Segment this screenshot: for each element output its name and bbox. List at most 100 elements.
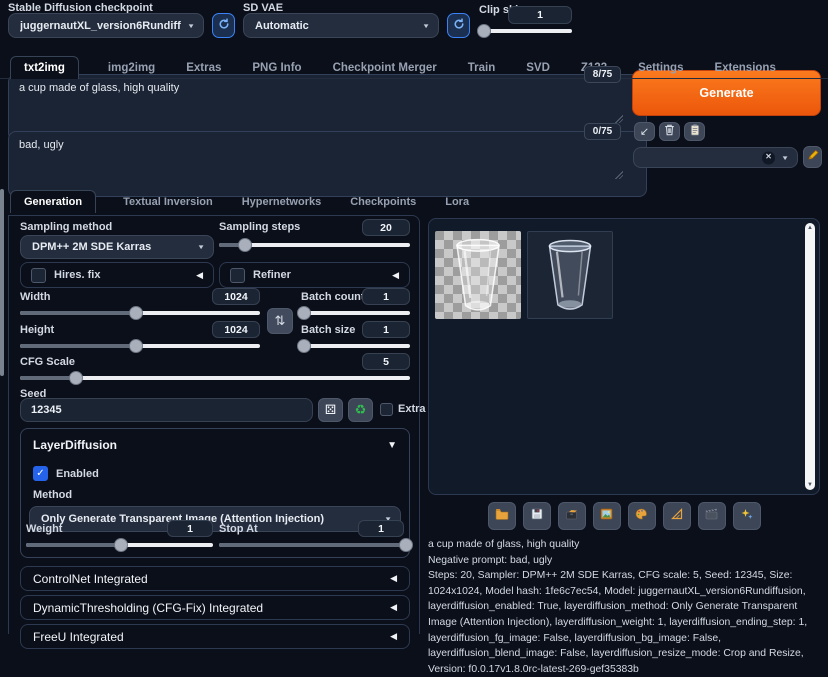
random-seed-button[interactable]: ⚄ (318, 398, 343, 422)
clip-skip-slider[interactable] (476, 24, 572, 38)
hires-fix-label: Hires. fix (54, 269, 101, 281)
swap-width-height-button[interactable]: ⇅ (267, 308, 293, 334)
hires-fix-checkbox[interactable] (31, 267, 46, 283)
freeu-title: FreeU Integrated (33, 629, 124, 644)
layerdiffusion-enabled-checkbox[interactable]: ✓ (33, 466, 48, 481)
save-zip-button[interactable] (557, 502, 586, 530)
tab-txt2img[interactable]: txt2img (10, 56, 79, 79)
tab-generation[interactable]: Generation (10, 190, 97, 213)
clear-styles-icon[interactable]: × (762, 151, 775, 164)
weight-label: Weight (26, 523, 63, 535)
glass-cup-image (548, 239, 592, 310)
refresh-checkpoint-button[interactable] (212, 13, 235, 38)
collapse-left-icon[interactable]: ◀ (392, 270, 399, 281)
scroll-down-icon[interactable]: ▼ (805, 480, 815, 490)
tab-extras[interactable]: Extras (184, 57, 223, 79)
checkpoint-value: juggernautXL_version6Rundiffusion.safete… (20, 19, 181, 32)
refiner-checkbox[interactable] (230, 267, 245, 283)
paste-generation-params-button[interactable]: ↙ (634, 122, 655, 141)
vae-dropdown[interactable]: Automatic ▼ (243, 13, 439, 38)
sampling-steps-value[interactable]: 20 (362, 219, 410, 236)
framed-picture-icon (600, 507, 613, 525)
settings-tab-bar: Generation Textual Inversion Hypernetwor… (10, 190, 471, 213)
refiner-label: Refiner (253, 269, 291, 281)
tab-svd[interactable]: SVD (524, 57, 552, 79)
batch-size-value[interactable]: 1 (362, 321, 410, 338)
send-to-svd-button[interactable] (697, 502, 726, 530)
styles-dropdown[interactable]: × ▼ (633, 147, 798, 168)
gallery-scrollbar[interactable]: ▲ ▼ (805, 223, 815, 490)
cfg-scale-value[interactable]: 5 (362, 353, 410, 370)
floppy-disk-icon (531, 507, 543, 525)
weight-value[interactable]: 1 (167, 520, 213, 537)
height-slider[interactable] (20, 339, 260, 353)
triangle-ruler-icon (670, 507, 683, 525)
vae-value: Automatic (255, 19, 309, 32)
tab-checkpoints[interactable]: Checkpoints (348, 191, 418, 213)
width-value[interactable]: 1024 (212, 288, 260, 305)
send-to-img2img-button[interactable] (592, 502, 621, 530)
generated-image-thumbnail-transparent[interactable] (435, 231, 521, 319)
resize-handle[interactable] (615, 115, 623, 123)
height-value[interactable]: 1024 (212, 321, 260, 338)
clear-prompt-button[interactable] (659, 122, 680, 141)
page-scrollbar[interactable] (0, 189, 4, 376)
scroll-up-icon[interactable]: ▲ (805, 223, 815, 233)
weight-slider[interactable] (26, 538, 213, 552)
tab-checkpoint-merger[interactable]: Checkpoint Merger (331, 57, 439, 79)
controlnet-title: ControlNet Integrated (33, 571, 148, 586)
tab-lora[interactable]: Lora (443, 191, 471, 213)
freeu-accordion[interactable]: FreeU Integrated ◀ (20, 624, 410, 649)
send-to-inpaint-button[interactable] (627, 502, 656, 530)
hires-fix-section[interactable]: Hires. fix ◀ (20, 262, 214, 288)
refresh-vae-button[interactable] (447, 13, 470, 38)
tab-settings[interactable]: Settings (636, 57, 685, 79)
send-to-extras-button[interactable] (662, 502, 691, 530)
reuse-seed-button[interactable]: ♻ (348, 398, 373, 422)
pencil-icon (807, 148, 819, 166)
tab-png-info[interactable]: PNG Info (250, 57, 303, 79)
sparkles-button[interactable] (732, 502, 761, 530)
method-dropdown[interactable]: Only Generate Transparent Image (Attenti… (29, 506, 401, 532)
swap-icon: ⇅ (274, 313, 286, 328)
resize-handle[interactable] (615, 171, 623, 179)
tab-hypernetworks[interactable]: Hypernetworks (240, 191, 323, 213)
batch-size-label: Batch size (301, 324, 356, 336)
extra-seed-label: Extra (398, 403, 426, 415)
width-slider[interactable] (20, 306, 260, 320)
prompt-token-counter: 8/75 (584, 66, 621, 83)
sampling-steps-label: Sampling steps (219, 221, 301, 233)
clip-skip-value[interactable]: 1 (508, 6, 572, 24)
seed-input[interactable] (20, 398, 313, 422)
glass-cup-image (456, 238, 500, 311)
cfg-scale-slider[interactable] (20, 371, 410, 385)
generated-image-thumbnail-dark[interactable] (527, 231, 613, 319)
open-folder-button[interactable] (487, 502, 516, 530)
sampling-steps-slider[interactable] (219, 238, 410, 252)
batch-count-value[interactable]: 1 (362, 288, 410, 305)
checkpoint-dropdown[interactable]: juggernautXL_version6Rundiffusion.safete… (8, 13, 204, 38)
prompt-container: a cup made of glass, high quality (8, 74, 647, 141)
chevron-down-icon: ▼ (781, 153, 789, 162)
apply-styles-button[interactable] (684, 122, 705, 141)
collapse-left-icon[interactable]: ◀ (196, 270, 203, 281)
stop-at-slider[interactable] (219, 538, 413, 552)
batch-count-slider[interactable] (297, 306, 410, 320)
stop-at-value[interactable]: 1 (358, 520, 404, 537)
refiner-section[interactable]: Refiner ◀ (219, 262, 410, 288)
save-image-button[interactable] (522, 502, 551, 530)
layerdiffusion-header[interactable]: LayerDiffusion ▼ (21, 429, 409, 452)
batch-size-slider[interactable] (297, 339, 410, 353)
height-label: Height (20, 324, 55, 336)
dynamic-thresholding-accordion[interactable]: DynamicThresholding (CFG-Fix) Integrated… (20, 595, 410, 620)
extra-seed-checkbox[interactable] (380, 403, 393, 416)
sampling-method-dropdown[interactable]: DPM++ 2M SDE Karras ▼ (20, 235, 214, 259)
tab-extensions[interactable]: Extensions (712, 57, 777, 79)
negative-prompt-input[interactable]: bad, ugly (8, 131, 647, 197)
clapperboard-icon (705, 507, 718, 525)
tab-img2img[interactable]: img2img (106, 57, 157, 79)
tab-textual-inversion[interactable]: Textual Inversion (121, 191, 215, 213)
tab-train[interactable]: Train (466, 57, 497, 79)
edit-styles-button[interactable] (803, 146, 822, 168)
controlnet-accordion[interactable]: ControlNet Integrated ◀ (20, 566, 410, 591)
